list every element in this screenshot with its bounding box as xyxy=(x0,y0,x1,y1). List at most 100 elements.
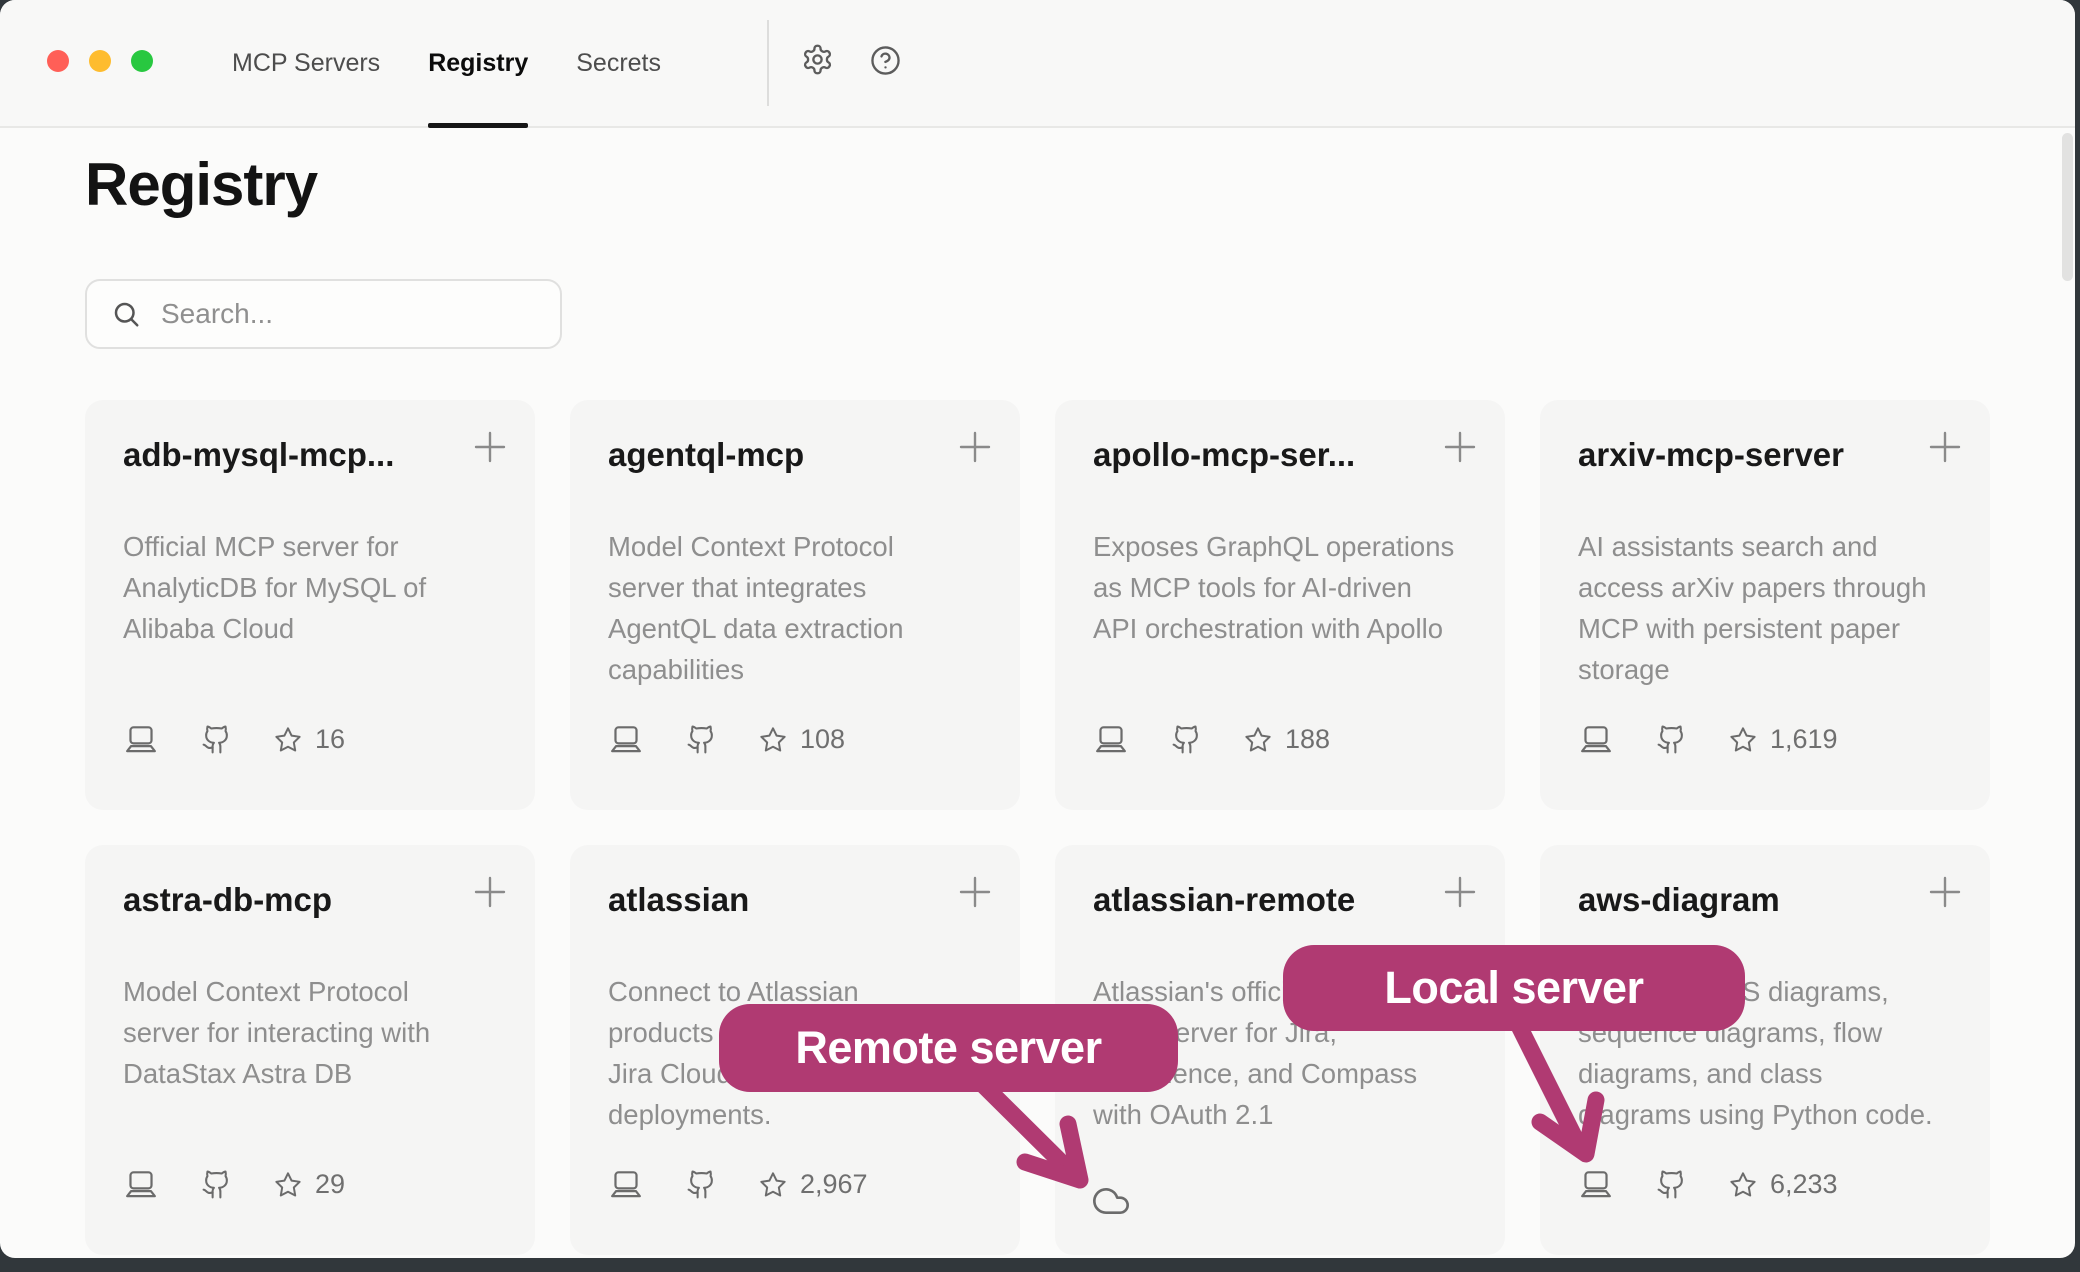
settings-gear-icon[interactable] xyxy=(801,43,834,76)
star-count: 1,619 xyxy=(1770,724,1838,755)
server-card[interactable]: arxiv-mcp-server AI assistants search an… xyxy=(1540,400,1990,810)
server-card-title: arxiv-mcp-server xyxy=(1578,436,1920,474)
laptop-icon xyxy=(1578,724,1614,755)
server-card[interactable]: atlassian-remote Atlassian's official re… xyxy=(1055,845,1505,1255)
add-server-button[interactable] xyxy=(958,430,992,469)
star-count: 108 xyxy=(800,724,845,755)
card-description-line: Official MCP server for xyxy=(123,526,426,567)
zoom-window-button[interactable] xyxy=(131,50,153,72)
app-window: MCP Servers Registry Secrets Registry xyxy=(0,0,2075,1258)
main-tabs: MCP Servers Registry Secrets xyxy=(232,0,661,126)
card-description-line: Model Context Protocol xyxy=(608,526,904,567)
server-card-description: Model Context Protocolserver that integr… xyxy=(608,526,904,690)
add-server-button[interactable] xyxy=(1928,875,1962,914)
server-card-description: Connect to Atlassianproducts supporting … xyxy=(608,971,921,1135)
star-count: 6,233 xyxy=(1770,1169,1838,1200)
card-description-line: server that integrates xyxy=(608,567,904,608)
close-window-button[interactable] xyxy=(47,50,69,72)
card-description-line: deployments. xyxy=(608,1094,921,1135)
server-card[interactable]: aws-diagram Generate AWS diagrams,sequen… xyxy=(1540,845,1990,1255)
cloud-icon xyxy=(1089,1208,1133,1225)
search-input[interactable] xyxy=(159,297,536,331)
github-icon xyxy=(1656,724,1687,755)
add-server-button[interactable] xyxy=(1443,430,1477,469)
add-server-button[interactable] xyxy=(1443,875,1477,914)
github-icon xyxy=(1656,1169,1687,1200)
server-card-description: Atlassian's official remoteMCP server fo… xyxy=(1093,971,1417,1135)
add-server-button[interactable] xyxy=(958,875,992,914)
card-description-line: diagrams, and class xyxy=(1578,1053,1933,1094)
tab-secrets[interactable]: Secrets xyxy=(576,0,661,126)
star-count: 29 xyxy=(315,1169,345,1200)
card-description-line: MCP server for Jira, xyxy=(1093,1012,1417,1053)
laptop-icon xyxy=(608,1169,644,1200)
search-icon xyxy=(111,299,141,329)
laptop-icon xyxy=(123,724,159,755)
card-description-line: Model Context Protocol xyxy=(123,971,430,1012)
github-icon xyxy=(201,724,232,755)
server-card-title: atlassian xyxy=(608,881,950,919)
server-card-title: agentql-mcp xyxy=(608,436,950,474)
card-description-line: Confluence, and Compass xyxy=(1093,1053,1417,1094)
add-server-button[interactable] xyxy=(1928,430,1962,469)
star-icon xyxy=(274,726,302,754)
card-description-line: access arXiv papers through xyxy=(1578,567,1927,608)
star-icon xyxy=(1729,726,1757,754)
card-description-line: with OAuth 2.1 xyxy=(1093,1094,1417,1135)
scrollbar-thumb[interactable] xyxy=(2062,133,2073,281)
server-card[interactable]: atlassian Connect to Atlassianproducts s… xyxy=(570,845,1020,1255)
laptop-icon xyxy=(1093,724,1129,755)
server-card-description: Generate AWS diagrams,sequence diagrams,… xyxy=(1578,971,1933,1135)
server-card-title: atlassian-remote xyxy=(1093,881,1435,919)
star-count: 2,967 xyxy=(800,1169,868,1200)
search-box[interactable] xyxy=(85,279,562,349)
card-description-line: Atlassian's official remote xyxy=(1093,971,1417,1012)
tab-registry[interactable]: Registry xyxy=(428,0,528,126)
card-description-line: Connect to Atlassian xyxy=(608,971,921,1012)
help-icon[interactable] xyxy=(869,44,902,77)
card-description-line: storage xyxy=(1578,649,1927,690)
page-title: Registry xyxy=(85,150,317,219)
card-description-line: AI assistants search and xyxy=(1578,526,1927,567)
card-description-line: AgentQL data extraction xyxy=(608,608,904,649)
star-icon xyxy=(1244,726,1272,754)
github-icon xyxy=(1171,724,1202,755)
card-description-line: server for interacting with xyxy=(123,1012,430,1053)
laptop-icon xyxy=(123,1169,159,1200)
add-server-button[interactable] xyxy=(473,430,507,469)
star-icon xyxy=(274,1171,302,1199)
server-card-title: aws-diagram xyxy=(1578,881,1920,919)
header-divider xyxy=(767,20,769,106)
minimize-window-button[interactable] xyxy=(89,50,111,72)
github-icon xyxy=(201,1169,232,1200)
card-description-line: products supporting both xyxy=(608,1012,921,1053)
github-icon xyxy=(686,1169,717,1200)
card-description-line: sequence diagrams, flow xyxy=(1578,1012,1933,1053)
github-icon xyxy=(686,724,717,755)
server-card[interactable]: agentql-mcp Model Context Protocolserver… xyxy=(570,400,1020,810)
card-description-line: Generate AWS diagrams, xyxy=(1578,971,1933,1012)
card-description-line: Exposes GraphQL operations xyxy=(1093,526,1454,567)
server-card-title: apollo-mcp-ser... xyxy=(1093,436,1435,474)
server-card[interactable]: astra-db-mcp Model Context Protocolserve… xyxy=(85,845,535,1255)
laptop-icon xyxy=(1578,1169,1614,1200)
card-description-line: Alibaba Cloud xyxy=(123,608,426,649)
title-bar: MCP Servers Registry Secrets xyxy=(0,0,2075,128)
card-description-line: capabilities xyxy=(608,649,904,690)
card-description-line: DataStax Astra DB xyxy=(123,1053,430,1094)
card-description-line: Jira Cloud and Server/DC xyxy=(608,1053,921,1094)
server-card[interactable]: adb-mysql-mcp... Official MCP server for… xyxy=(85,400,535,810)
add-server-button[interactable] xyxy=(473,875,507,914)
card-description-line: diagrams using Python code. xyxy=(1578,1094,1933,1135)
star-count: 188 xyxy=(1285,724,1330,755)
card-description-line: MCP with persistent paper xyxy=(1578,608,1927,649)
server-card[interactable]: apollo-mcp-ser... Exposes GraphQL operat… xyxy=(1055,400,1505,810)
card-description-line: AnalyticDB for MySQL of xyxy=(123,567,426,608)
card-grid: adb-mysql-mcp... Official MCP server for… xyxy=(85,400,1990,1255)
laptop-icon xyxy=(608,724,644,755)
server-card-title: adb-mysql-mcp... xyxy=(123,436,465,474)
star-icon xyxy=(759,1171,787,1199)
tab-mcp-servers[interactable]: MCP Servers xyxy=(232,0,380,126)
star-icon xyxy=(759,726,787,754)
server-card-description: Official MCP server forAnalyticDB for My… xyxy=(123,526,426,649)
